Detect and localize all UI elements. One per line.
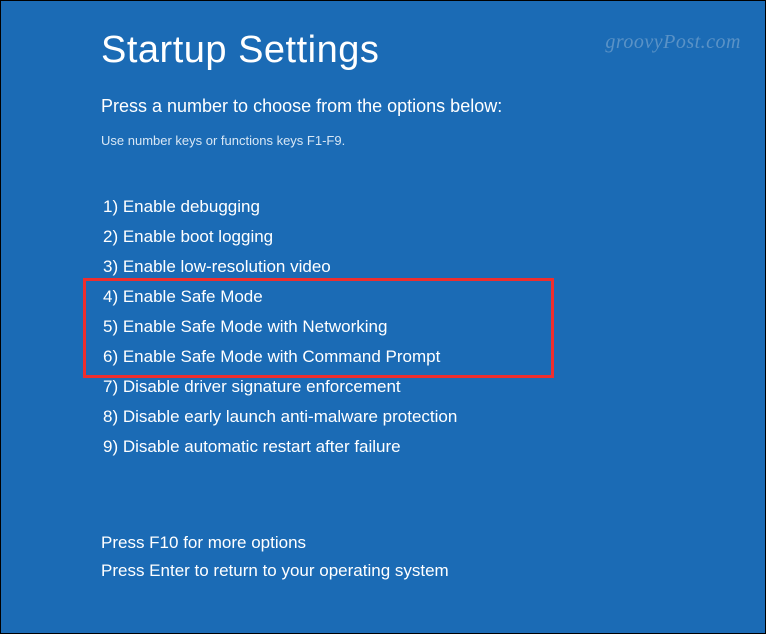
watermark-text: groovyPost.com: [605, 31, 741, 54]
option-enable-safe-mode-networking[interactable]: 5) Enable Safe Mode with Networking: [101, 312, 765, 342]
option-disable-anti-malware[interactable]: 8) Disable early launch anti-malware pro…: [101, 402, 765, 432]
option-enable-safe-mode[interactable]: 4) Enable Safe Mode: [101, 282, 765, 312]
instruction-subtitle: Press a number to choose from the option…: [101, 96, 765, 117]
footer-return-os: Press Enter to return to your operating …: [101, 557, 449, 585]
footer-more-options: Press F10 for more options: [101, 529, 449, 557]
footer-instructions: Press F10 for more options Press Enter t…: [101, 529, 449, 585]
option-enable-low-res-video[interactable]: 3) Enable low-resolution video: [101, 252, 765, 282]
options-list: 1) Enable debugging 2) Enable boot loggi…: [101, 192, 765, 462]
instruction-hint: Use number keys or functions keys F1-F9.: [101, 133, 765, 148]
option-disable-driver-signature[interactable]: 7) Disable driver signature enforcement: [101, 372, 765, 402]
option-enable-debugging[interactable]: 1) Enable debugging: [101, 192, 765, 222]
option-enable-safe-mode-command-prompt[interactable]: 6) Enable Safe Mode with Command Prompt: [101, 342, 765, 372]
startup-settings-screen: Startup Settings Press a number to choos…: [1, 1, 765, 462]
option-enable-boot-logging[interactable]: 2) Enable boot logging: [101, 222, 765, 252]
option-disable-auto-restart[interactable]: 9) Disable automatic restart after failu…: [101, 432, 765, 462]
